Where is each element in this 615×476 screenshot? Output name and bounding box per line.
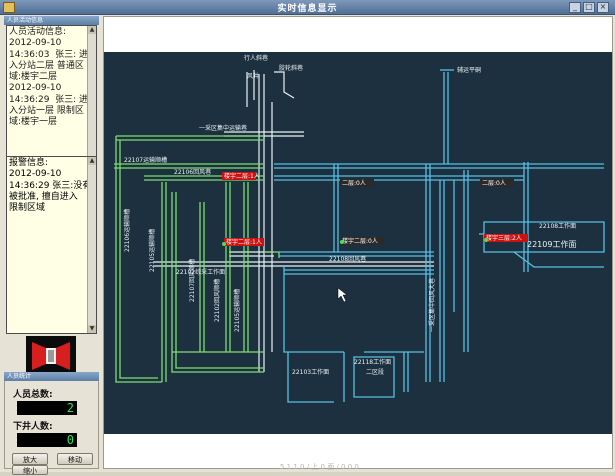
window-title: 实时信息显示 xyxy=(277,4,338,14)
map-label: 一采区集中运输巷 xyxy=(199,124,247,132)
title-bar: 实时信息显示 _ □ × xyxy=(0,0,615,15)
map-label: 风井 xyxy=(247,72,259,80)
map-label: 22106回风巷 xyxy=(174,168,211,176)
move-button[interactable]: 移动 xyxy=(57,453,93,465)
personnel-stats: 人员统计 人员总数: 2 下井人数: 0 放大 移动 缩小 xyxy=(4,372,99,475)
alarm-textbox[interactable]: 报警信息: 2012-09-10 14:36:29 张三:没有 被批准, 擅自进入 限制… xyxy=(6,156,97,334)
activity-panel-title: 人员活动信息 xyxy=(4,16,99,25)
alarm-line: 报警信息: xyxy=(9,158,49,168)
map-label: 22102回风顺槽 xyxy=(213,279,221,322)
left-panel: 人员活动信息 人员活动信息: 2012-09-10 14:36:03 张三: 进入分… xyxy=(4,16,99,475)
activity-line: 2012-09-10 xyxy=(9,83,62,94)
activity-line: 入分站一层 限制区 xyxy=(9,106,84,117)
activity-line: 2012-09-10 xyxy=(9,38,62,49)
marker-label: 楼宇二层:1人 xyxy=(224,172,260,180)
activity-line: 入分站二层 普通区 xyxy=(9,60,84,71)
mine-map-drawing[interactable]: 行人斜巷 风井 胶轮斜巷 辅运平硐 一采区集中运输巷 22107运输顺槽 221… xyxy=(104,52,612,434)
map-label: 行人斜巷 xyxy=(244,54,268,62)
app-window: 实时信息显示 _ □ × 人员活动信息 人员活动信息: 2012-09-10 14:… xyxy=(0,0,615,475)
map-label: 22107运输顺槽 xyxy=(124,156,167,164)
location-marker[interactable]: 二层:0人 xyxy=(480,179,514,187)
alarm-scrollbar[interactable]: ▲ ▼ xyxy=(87,157,96,333)
activity-textbox[interactable]: 人员活动信息: 2012-09-10 14:36:03 张三: 进入分站二层 普通区… xyxy=(6,25,97,173)
map-label: 22109工作面 xyxy=(527,239,576,249)
map-label: 一采区集中回风大巷 xyxy=(428,278,436,332)
map-label: 22108工作面 xyxy=(539,222,576,230)
map-label: 22118工作面 xyxy=(354,358,391,366)
alarm-line: 2012-09-10 xyxy=(9,169,62,180)
total-label: 人员总数: xyxy=(13,390,53,400)
activity-line: 14:36:29 张三: 进 xyxy=(9,94,89,105)
map-label: 22102综采工作面 xyxy=(176,268,225,276)
map-label: 22108回风巷 xyxy=(329,255,366,263)
marker-label: 二层:0人 xyxy=(482,180,506,187)
marker-label: 二层:0人 xyxy=(342,180,366,187)
marker-label: 楼宇二层:0人 xyxy=(342,237,378,245)
alarm-line: 被批准, 擅自进入 xyxy=(9,191,78,202)
maximize-icon[interactable]: □ xyxy=(583,2,595,13)
close-icon[interactable]: × xyxy=(597,2,609,13)
activity-line: 域:楼宇二层 xyxy=(9,72,58,83)
marker-dot-icon xyxy=(484,238,488,242)
underground-count-display: 0 xyxy=(17,433,77,447)
alarm-line: 限制区域 xyxy=(9,203,46,214)
map-label: 22106运输顺槽 xyxy=(123,209,131,252)
location-marker[interactable]: 楼宇三层:2人 xyxy=(484,234,528,242)
marker-dot-icon xyxy=(340,240,344,244)
mine-emblem-icon xyxy=(26,336,76,376)
activity-line: 域:楼宇一层 xyxy=(9,117,58,128)
mine-map[interactable]: 行人斜巷 风井 胶轮斜巷 辅运平硐 一采区集中运输巷 22107运输顺槽 221… xyxy=(104,52,612,434)
map-label: 二区段 xyxy=(366,368,384,376)
marker-dot-icon xyxy=(222,242,226,246)
alarm-line: 14:36:29 张三:没有 xyxy=(9,180,92,191)
location-marker[interactable]: 楼宇二层:1人 xyxy=(222,172,260,180)
activity-scrollbar[interactable]: ▲ ▼ xyxy=(87,26,96,172)
marker-label: 楼宇三层:2人 xyxy=(486,234,522,242)
scroll-down-icon[interactable]: ▼ xyxy=(88,325,96,333)
underground-label: 下井人数: xyxy=(13,422,53,432)
map-label: 22103工作面 xyxy=(292,368,329,376)
map-status-text: 5 1 1 0 / 上 0 面 / 0 0 0 xyxy=(280,463,359,471)
map-label: 胶轮斜巷 xyxy=(279,64,303,72)
map-label: 22105运输顺槽 xyxy=(233,289,241,332)
total-count-display: 2 xyxy=(17,401,77,415)
activity-line: 人员活动信息: xyxy=(9,27,67,37)
location-marker[interactable]: 二层:0人 xyxy=(340,179,374,187)
map-label: 22107回风顺槽 xyxy=(188,259,196,302)
scroll-up-icon[interactable]: ▲ xyxy=(88,157,96,165)
zoom-in-button[interactable]: 放大 xyxy=(12,453,48,465)
scroll-up-icon[interactable]: ▲ xyxy=(88,26,96,34)
map-label: 辅运平硐 xyxy=(457,66,481,74)
activity-line: 14:36:03 张三: 进 xyxy=(9,49,89,60)
zoom-out-button[interactable]: 缩小 xyxy=(12,465,48,475)
stats-title: 人员统计 xyxy=(4,372,99,381)
minimize-icon[interactable]: _ xyxy=(569,2,581,13)
location-marker[interactable]: 楼宇二层:0人 xyxy=(340,237,384,245)
map-label: 22105运输顺槽 xyxy=(148,229,156,272)
marker-label: 楼宇二层:1人 xyxy=(226,238,262,246)
location-marker[interactable]: 楼宇二层:1人 xyxy=(224,238,264,246)
